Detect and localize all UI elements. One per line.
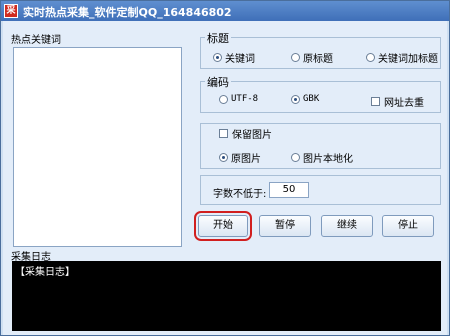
radio-localize-image[interactable]: 图片本地化 (291, 150, 353, 165)
log-output[interactable]: 【采集日志】 (12, 261, 441, 331)
radio-dot (291, 53, 300, 62)
window-title: 实时热点采集_软件定制QQ_164846802 (23, 6, 232, 19)
client-area: 热点关键词 标题 关键词 原标题 关键词加标题 编码 UTF-8 GBK 网址去… (3, 21, 447, 335)
start-button[interactable]: 开始 (194, 211, 252, 241)
stop-button[interactable]: 停止 (382, 215, 434, 237)
radio-dot (213, 53, 222, 62)
radio-original-image[interactable]: 原图片 (219, 150, 261, 165)
radio-label: UTF-8 (231, 94, 259, 104)
app-icon: 采 (4, 4, 18, 18)
app-window: 采 实时热点采集_软件定制QQ_164846802 热点关键词 标题 关键词 原… (0, 0, 450, 336)
radio-title-keyword[interactable]: 关键词 (213, 50, 255, 65)
radio-dot (219, 94, 228, 104)
checkbox-box (219, 129, 228, 138)
checkbox-box (371, 97, 380, 106)
encoding-group-label: 编码 (205, 74, 231, 90)
keep-images-checkbox[interactable]: 保留图片 (219, 126, 272, 141)
radio-title-original[interactable]: 原标题 (291, 50, 333, 65)
radio-label: 关键词 (225, 54, 255, 65)
radio-dot (291, 94, 300, 104)
min-chars-label: 字数不低于: (213, 189, 267, 200)
radio-title-keyword-plus[interactable]: 关键词加标题 (366, 50, 438, 65)
radio-label: 原图片 (231, 154, 261, 165)
radio-dot (291, 153, 300, 162)
radio-label: GBK (303, 94, 320, 104)
radio-label: 原标题 (303, 54, 333, 65)
dedupe-checkbox[interactable]: 网址去重 (371, 94, 424, 109)
radio-encoding-utf8[interactable]: UTF-8 (219, 94, 258, 104)
radio-label: 关键词加标题 (378, 54, 438, 65)
log-text: 【采集日志】 (15, 267, 75, 278)
title-group-label: 标题 (205, 30, 231, 46)
hot-keywords-list[interactable] (13, 47, 182, 247)
encoding-group: 编码 UTF-8 GBK 网址去重 (200, 74, 441, 113)
radio-dot (366, 53, 375, 62)
hot-keywords-label: 热点关键词 (11, 35, 61, 46)
radio-encoding-gbk[interactable]: GBK (291, 94, 319, 104)
checkbox-label: 保留图片 (232, 130, 272, 141)
min-chars-group: 字数不低于: 50 (200, 175, 441, 205)
checkbox-label: 网址去重 (384, 98, 424, 109)
resume-button[interactable]: 继续 (321, 215, 373, 237)
radio-dot (219, 153, 228, 162)
image-group: 保留图片 原图片 图片本地化 (200, 123, 441, 169)
title-group: 标题 关键词 原标题 关键词加标题 (200, 30, 441, 69)
radio-label: 图片本地化 (303, 154, 353, 165)
title-bar: 采 实时热点采集_软件定制QQ_164846802 (1, 1, 449, 21)
min-chars-input[interactable]: 50 (269, 182, 309, 198)
pause-button[interactable]: 暂停 (259, 215, 311, 237)
